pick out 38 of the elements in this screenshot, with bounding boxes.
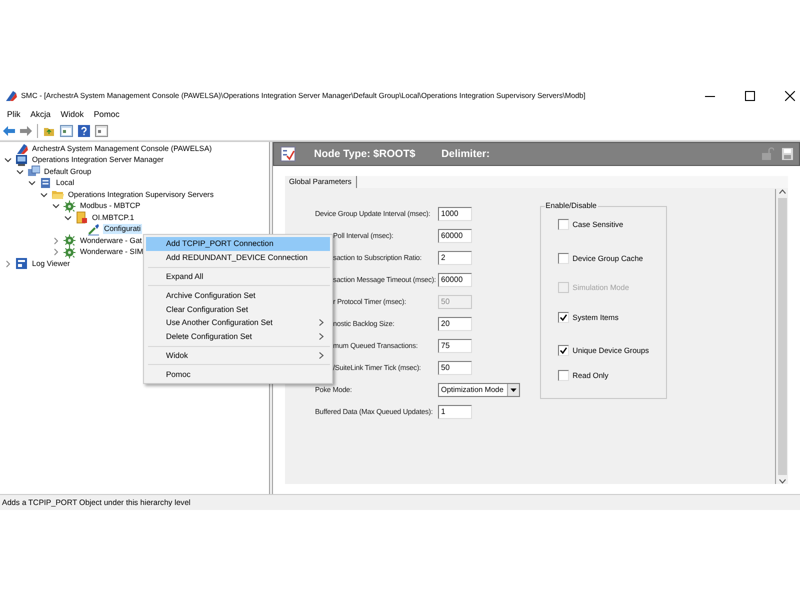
panel-icon[interactable] — [60, 124, 73, 137]
folder-icon — [51, 188, 64, 201]
gear-icon — [63, 200, 76, 212]
delimiter-label: Delimiter: — [441, 148, 490, 160]
checkbox[interactable] — [558, 218, 569, 230]
document-icon — [75, 211, 88, 224]
menu-item[interactable]: Akcja — [25, 108, 56, 119]
app-icon — [4, 89, 17, 102]
close-icon[interactable] — [785, 90, 795, 101]
monitor-icon — [15, 154, 28, 166]
menu-item[interactable]: Pomoc — [88, 108, 125, 119]
checkbox[interactable] — [558, 312, 569, 323]
wrench-icon — [87, 222, 100, 236]
scroll-up-icon[interactable] — [778, 188, 786, 194]
gear-icon — [63, 246, 76, 258]
check-icon — [560, 314, 567, 321]
node-type-label: Node Type: $ROOT$ — [314, 148, 416, 160]
computers-icon — [27, 165, 40, 178]
gear-icon — [63, 234, 76, 247]
log-icon — [15, 257, 28, 270]
computer-icon — [39, 176, 52, 190]
menu-item[interactable]: Widok — [56, 108, 89, 119]
help-icon[interactable] — [78, 124, 90, 137]
checklist-icon — [280, 146, 296, 162]
lock-icon — [762, 147, 774, 160]
back-icon[interactable] — [3, 126, 15, 136]
console-icon — [15, 142, 28, 155]
scrollbar[interactable] — [775, 188, 788, 484]
forward-icon[interactable] — [20, 126, 32, 136]
menu-item[interactable]: Plik — [2, 108, 26, 119]
panel-icon[interactable] — [95, 124, 108, 137]
checkbox[interactable] — [558, 370, 569, 381]
scroll-down-icon[interactable] — [778, 479, 786, 484]
checkbox[interactable] — [558, 252, 569, 264]
save-icon[interactable] — [782, 148, 793, 160]
checkbox[interactable] — [558, 344, 569, 356]
check-icon — [560, 346, 567, 354]
maximize-icon[interactable] — [745, 90, 755, 101]
